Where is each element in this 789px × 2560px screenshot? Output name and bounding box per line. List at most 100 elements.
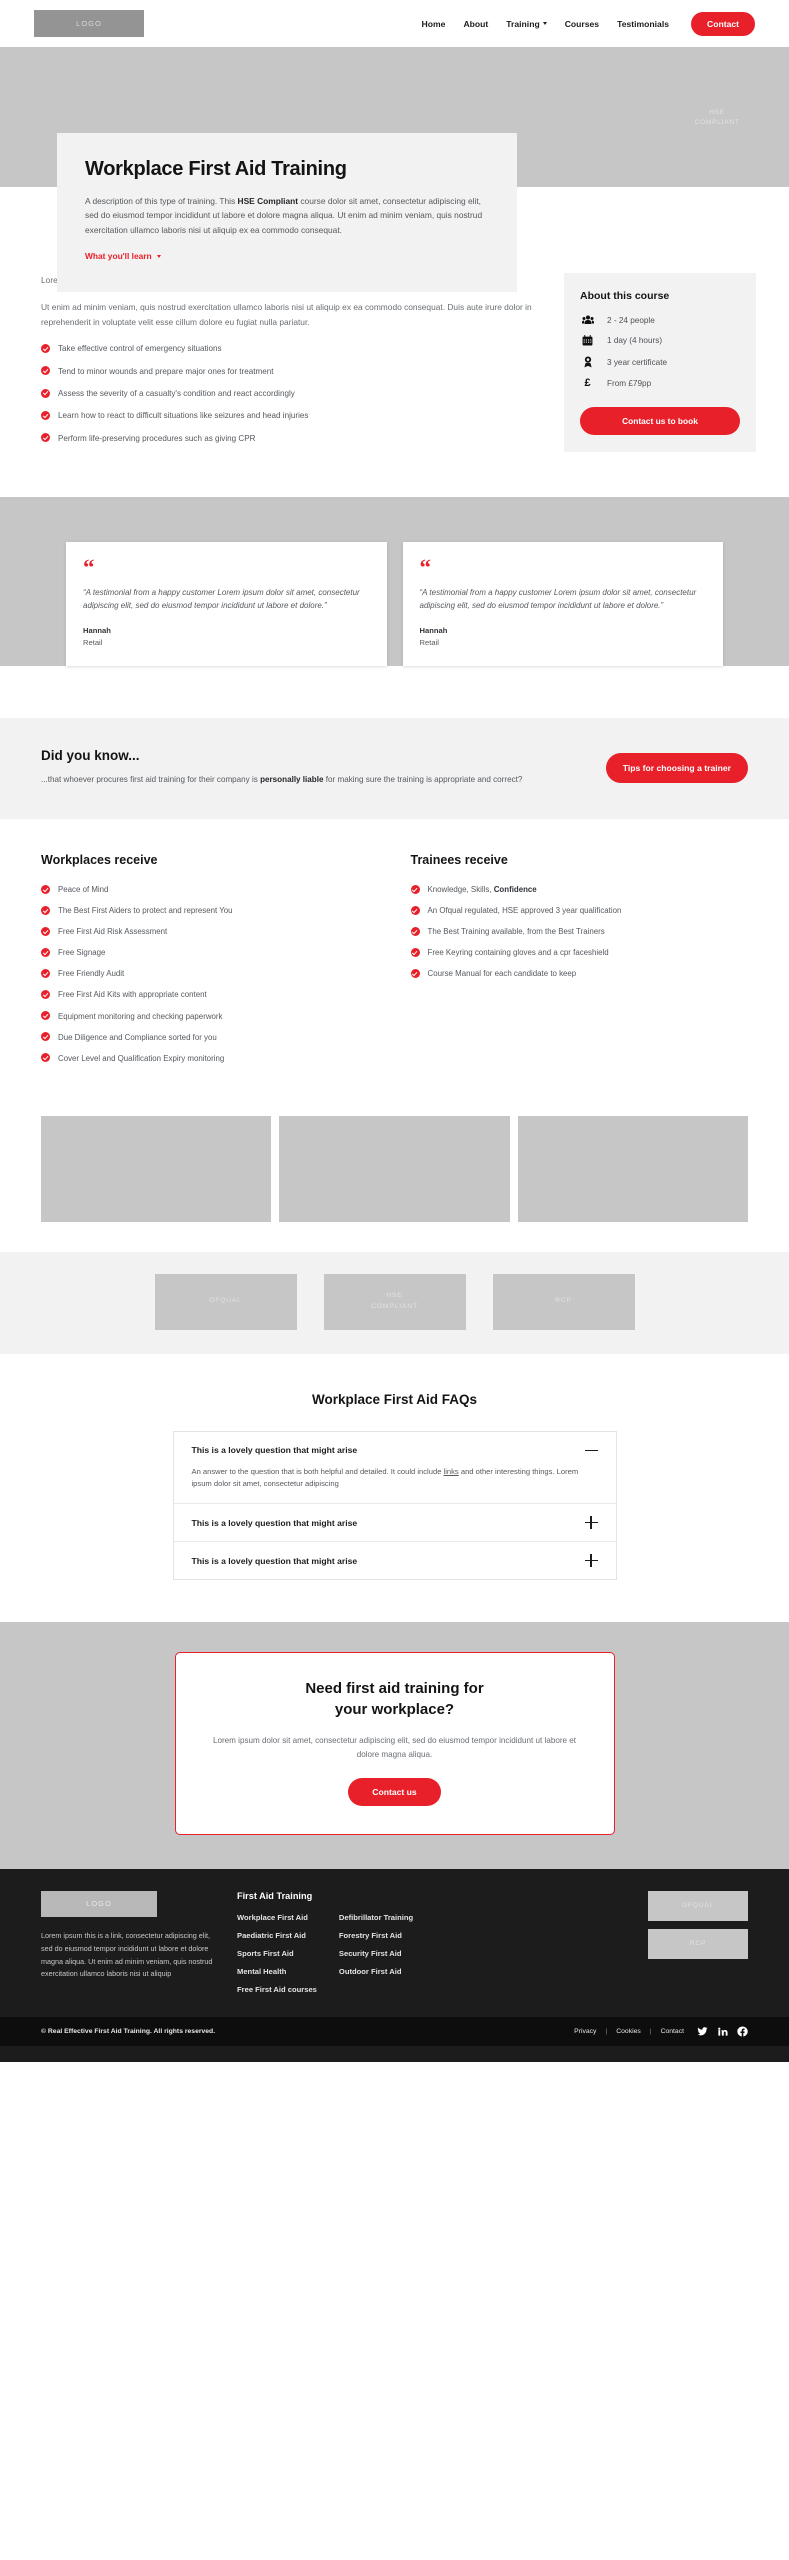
site-header: LOGO Home About Training Courses Testimo… — [0, 0, 789, 47]
footer-link-columns: Workplace First Aid Paediatric First Aid… — [237, 1913, 618, 2003]
footer-contact-link[interactable]: Contact — [661, 2028, 684, 2035]
learn-link-label: What you'll learn — [85, 251, 152, 262]
check-circle-icon — [41, 947, 50, 957]
chevron-down-icon — [542, 22, 547, 25]
check-circle-icon — [41, 388, 50, 398]
footer-link[interactable]: Outdoor First Aid — [339, 1967, 413, 1976]
course-fact-label: 3 year certificate — [607, 357, 668, 367]
about-course-title: About this course — [580, 290, 670, 302]
list-item-label: The Best Training available, from the Be… — [427, 927, 605, 937]
faq-accordion: This is a lovely question that might ari… — [172, 1430, 617, 1581]
cta-section: Need first aid training for your workplac… — [0, 1622, 789, 1869]
cta-contact-us-button[interactable]: Contact us — [348, 1777, 441, 1806]
list-item-label: Free Keyring containing gloves and a cpr… — [427, 948, 609, 958]
faq-item-open: This is a lovely question that might ari… — [173, 1432, 616, 1505]
accreditation-badge-hse: HSE COMPLIANT — [323, 1273, 466, 1330]
hero-desc-bold: HSE Compliant — [237, 196, 299, 206]
list-item: Course Manual for each candidate to keep — [410, 968, 749, 979]
accreditation-row: OFQUAL HSE COMPLIANT RCP — [0, 1273, 789, 1330]
footer-privacy-link[interactable]: Privacy — [574, 2028, 596, 2035]
footer-link[interactable]: Defibrillator Training — [339, 1913, 413, 1922]
check-circle-icon — [41, 1053, 50, 1063]
nav-label: Testimonials — [617, 18, 669, 29]
check-circle-icon — [41, 433, 50, 443]
contact-us-to-book-button[interactable]: Contact us to book — [580, 407, 740, 435]
check-circle-icon — [41, 884, 50, 894]
footer-links-title: First Aid Training — [237, 1890, 313, 1901]
footer-brand: LOGO Lorem ipsum this is a link, consect… — [41, 1890, 219, 2003]
faq-section: Workplace First Aid FAQs This is a lovel… — [0, 1353, 789, 1623]
footer-link[interactable]: Mental Health — [237, 1967, 317, 1976]
tips-for-choosing-a-trainer-button[interactable]: Tips for choosing a trainer — [605, 752, 748, 783]
nav-item-courses[interactable]: Courses — [565, 19, 599, 29]
cta-title: Need first aid training for your workplac… — [210, 1679, 580, 1720]
check-circle-icon — [41, 905, 50, 915]
list-item: Free First Aid Kits with appropriate con… — [41, 989, 379, 1000]
footer-columns: LOGO Lorem ipsum this is a link, consect… — [33, 1890, 756, 2003]
list-item: Equipment monitoring and checking paperw… — [41, 1011, 379, 1022]
list-item-label: Free First Aid Risk Assessment — [58, 927, 168, 937]
trainees-receive-title: Trainees receive — [410, 853, 508, 868]
nav-item-testimonials[interactable]: Testimonials — [617, 19, 669, 29]
nav-label: Training — [506, 18, 540, 29]
faq-question-toggle[interactable]: This is a lovely question that might ari… — [192, 1554, 598, 1568]
faq-answer: An answer to the question that is both h… — [192, 1466, 598, 1492]
footer-link[interactable]: Paediatric First Aid — [237, 1931, 317, 1940]
footer-bottom-bar: © Real Effective First Aid Training. All… — [0, 2016, 789, 2046]
footer-link[interactable]: Security First Aid — [339, 1949, 413, 1958]
accreditations-section: OFQUAL HSE COMPLIANT RCP — [0, 1251, 789, 1354]
list-item: The Best Training available, from the Be… — [410, 926, 749, 937]
trainees-receive-list: Knowledge, Skills, Confidence An Ofqual … — [410, 884, 749, 979]
nav-item-about[interactable]: About — [463, 19, 488, 29]
divider: | — [605, 2027, 608, 2035]
footer-cookies-link[interactable]: Cookies — [616, 2028, 641, 2035]
list-item-label: Peace of Mind — [58, 885, 109, 895]
site-logo[interactable]: LOGO — [34, 10, 144, 37]
footer-link-column-2: Defibrillator Training Forestry First Ai… — [339, 1913, 413, 2003]
list-item-label: Free Signage — [58, 948, 106, 958]
check-circle-icon — [41, 1011, 50, 1020]
footer-link-column-1: Workplace First Aid Paediatric First Aid… — [237, 1913, 317, 2003]
footer-link[interactable]: Free First Aid courses — [237, 1985, 317, 1994]
nav-label: Home — [421, 18, 446, 29]
plus-icon[interactable] — [584, 1516, 598, 1530]
faq-answer-link[interactable]: links — [444, 1467, 459, 1476]
facebook-icon[interactable] — [737, 2026, 748, 2037]
footer-link[interactable]: Forestry First Aid — [339, 1931, 413, 1940]
gallery-image-placeholder — [517, 1115, 748, 1222]
footer-link[interactable]: Workplace First Aid — [237, 1913, 317, 1922]
faq-question-label: This is a lovely question that might ari… — [191, 1517, 358, 1528]
site-footer: LOGO Lorem ipsum this is a link, consect… — [0, 1868, 789, 2062]
testimonials-spacer — [0, 665, 789, 718]
footer-links: First Aid Training Workplace First Aid P… — [237, 1891, 618, 2003]
nav-label: Courses — [564, 18, 600, 29]
list-item: Free First Aid Risk Assessment — [41, 926, 379, 937]
check-circle-icon — [41, 968, 50, 978]
plus-icon[interactable] — [584, 1554, 598, 1568]
cta-card: Need first aid training for your workplac… — [174, 1652, 615, 1835]
minus-icon[interactable] — [584, 1444, 598, 1457]
what-youll-learn-toggle[interactable]: What you'll learn — [85, 251, 161, 261]
footer-badges: OFQUAL RCP — [636, 1890, 748, 2003]
check-circle-icon — [41, 343, 50, 353]
footer-badge-ofqual: OFQUAL — [648, 1890, 748, 1921]
cta-title-line-2: your workplace? — [334, 1700, 455, 1718]
faq-question-toggle[interactable]: This is a lovely question that might ari… — [192, 1444, 598, 1457]
calendar-icon — [580, 335, 595, 346]
check-circle-icon — [41, 1032, 50, 1042]
faq-question-toggle[interactable]: This is a lovely question that might ari… — [191, 1516, 598, 1530]
dyk-post: for making sure the training is appropri… — [323, 774, 523, 784]
nav-item-home[interactable]: Home — [422, 19, 446, 29]
list-item: Perform life-preserving procedures such … — [41, 433, 538, 444]
header-contact-button[interactable]: Contact — [691, 11, 755, 36]
testimonial-card: “ “A testimonial from a happy customer L… — [402, 542, 723, 666]
receive-section: Workplaces receive Peace of Mind The Bes… — [33, 819, 756, 1094]
twitter-icon[interactable] — [697, 2026, 708, 2037]
dyk-bold: personally liable — [260, 774, 324, 784]
nav-item-training[interactable]: Training — [506, 18, 547, 29]
list-item: The Best First Aiders to protect and rep… — [41, 905, 379, 916]
linkedin-icon[interactable] — [717, 2026, 728, 2037]
footer-link[interactable]: Sports First Aid — [237, 1949, 317, 1958]
footer-logo[interactable]: LOGO — [41, 1890, 157, 1917]
did-you-know-text: Did you know... ...that whoever procures… — [41, 748, 522, 787]
